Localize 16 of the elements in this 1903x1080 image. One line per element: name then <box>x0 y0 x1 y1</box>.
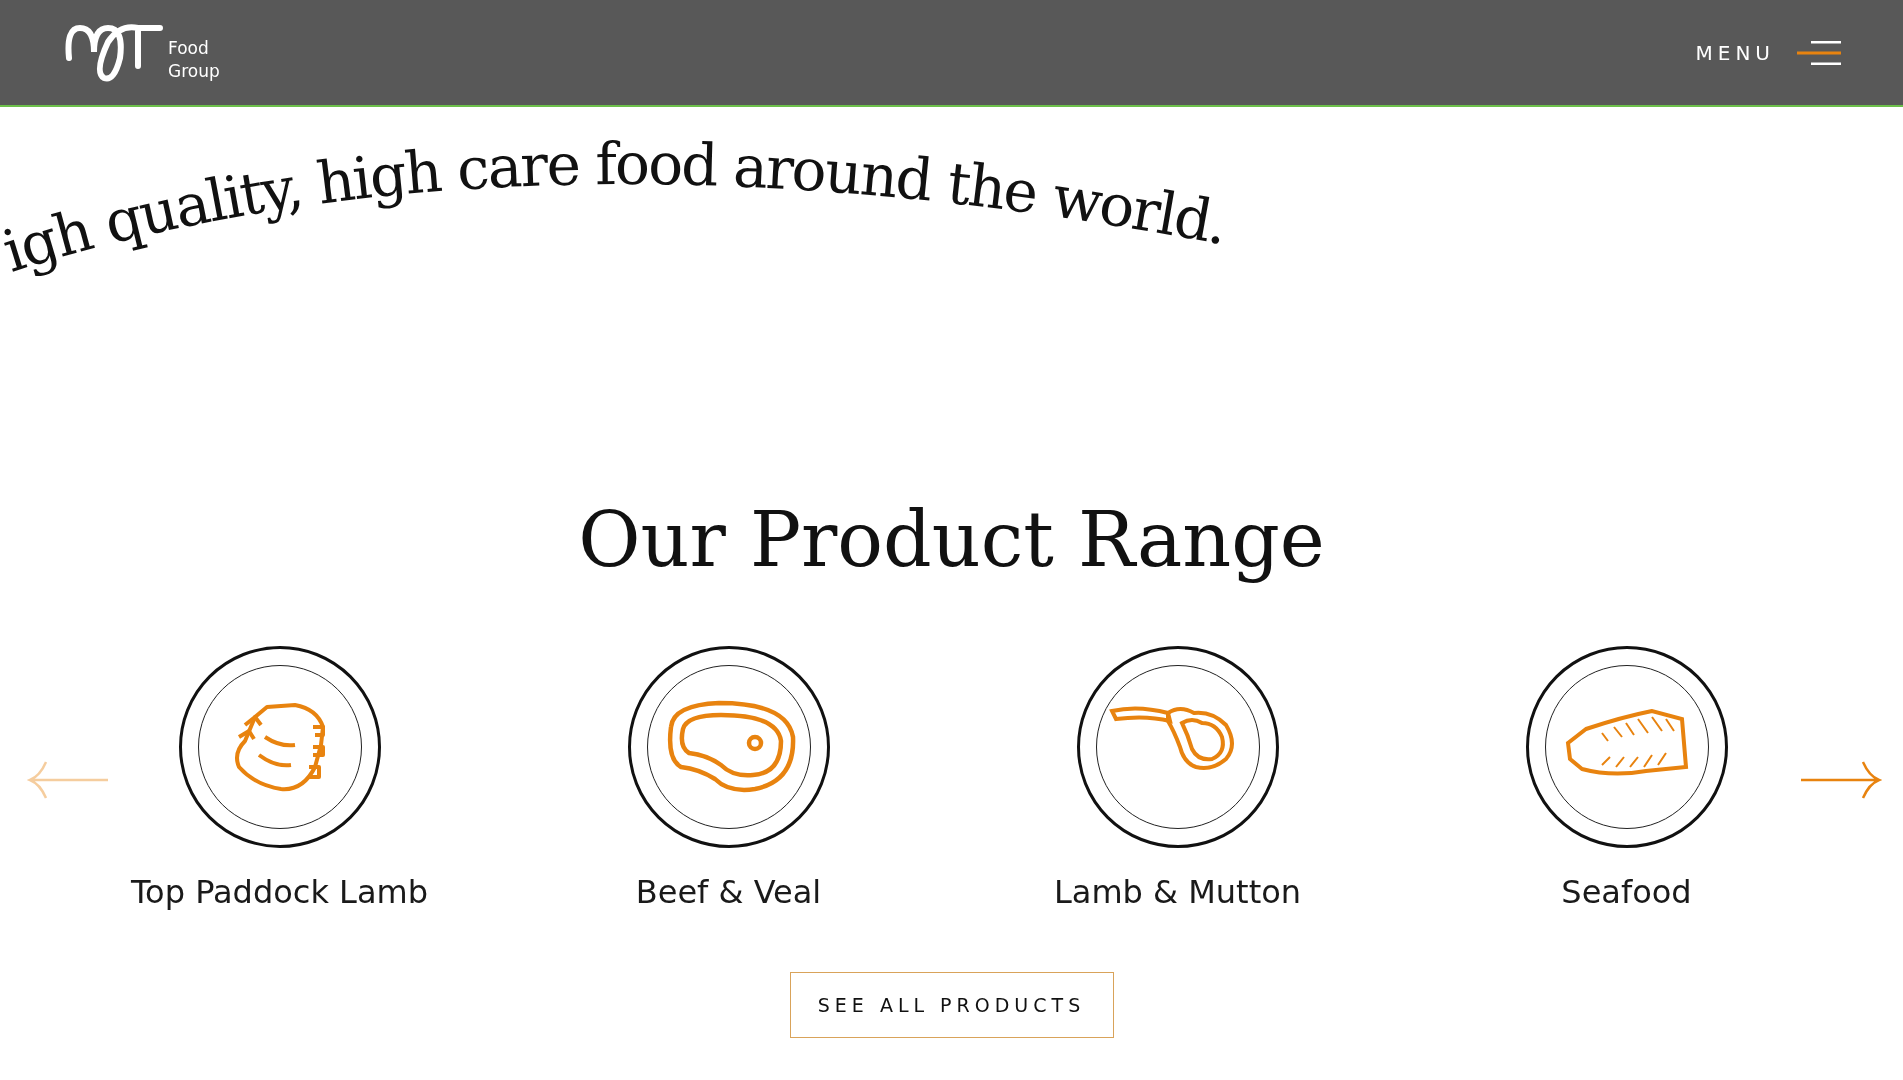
tagline: igh quality, high care food around the world. <box>0 129 1232 286</box>
product-name: Lamb & Mutton <box>1053 872 1302 913</box>
product-circle[interactable] <box>178 646 381 848</box>
product-name: Beef & Veal <box>635 872 822 913</box>
menu-button[interactable]: MENU <box>1695 39 1841 66</box>
logo-text: Group <box>168 59 220 83</box>
product-circle[interactable] <box>1076 646 1279 848</box>
menu-icon <box>1797 39 1841 66</box>
product-name: Top Paddock Lamb <box>130 872 429 913</box>
product-name: Seafood <box>1561 872 1692 913</box>
product-circle[interactable] <box>627 646 830 848</box>
product-circle[interactable] <box>1525 646 1728 848</box>
see-all-products-button[interactable]: SEE ALL PRODUCTS <box>789 972 1114 1038</box>
section-title: Our Product Range <box>578 494 1325 586</box>
logo-icon <box>64 21 164 84</box>
logo-text: Food <box>168 36 210 60</box>
